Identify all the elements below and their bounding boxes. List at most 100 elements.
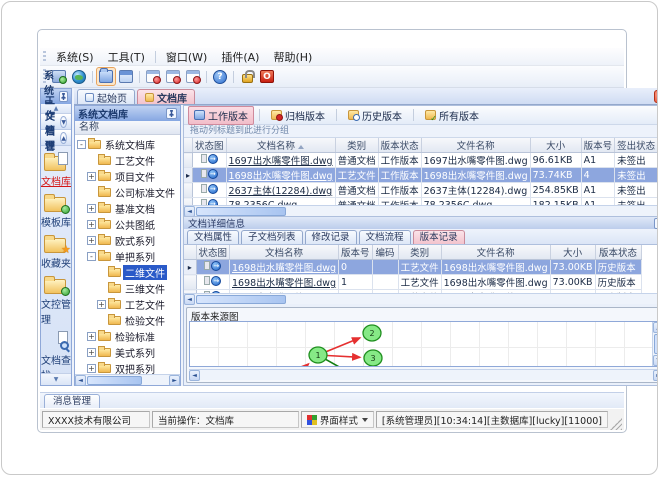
table-row[interactable]: →1698出水嘴零件图.dwg2工艺文件1698出水嘴零件图.dwg73.00K…: [184, 289, 642, 293]
tree-item-工艺文件[interactable]: +工艺文件: [75, 152, 180, 168]
column-header-版本号[interactable]: 版本号: [581, 138, 616, 153]
sidebar-expand-arrow[interactable]: ▼: [41, 373, 71, 385]
grid-hscrollbar[interactable]: ◄ ►: [184, 205, 657, 217]
toolbar-button[interactable]: [70, 68, 88, 85]
expand-icon[interactable]: +: [87, 363, 96, 373]
column-header-版本状态[interactable]: 版本状态: [595, 245, 642, 260]
column-header-版本号[interactable]: 版本号: [338, 245, 373, 260]
toolbar-button[interactable]: ?: [211, 68, 229, 85]
tree-item-公司标准文件[interactable]: +公司标准文件: [75, 184, 180, 200]
expand-icon[interactable]: +: [87, 235, 96, 245]
column-header-状态图[interactable]: 状态图: [196, 245, 231, 260]
pin-icon[interactable]: [654, 217, 657, 229]
tree-item-工艺文件[interactable]: +工艺文件: [75, 296, 180, 312]
tree-item-美式系列[interactable]: + 美式系列: [75, 344, 180, 360]
table-row[interactable]: ▸ → 1698出水嘴零件图.dwg 工艺文件 工作版本 1698出水嘴零件图.dwg 73…: [184, 167, 657, 183]
toolbar-button[interactable]: [117, 68, 135, 85]
menu-item-1[interactable]: 系统(S): [49, 48, 101, 66]
close-icon[interactable]: ✕: [654, 90, 657, 103]
scroll-thumb[interactable]: [196, 207, 286, 216]
expand-icon[interactable]: +: [87, 347, 96, 357]
tree-item-单把系列[interactable]: - 单把系列: [75, 248, 180, 264]
column-header-文件名称[interactable]: 文件名称: [421, 138, 531, 153]
tab-文档流程[interactable]: 文档流程: [358, 230, 411, 244]
expand-icon[interactable]: +: [87, 171, 96, 181]
tab-版本记录[interactable]: 版本记录: [412, 230, 465, 244]
column-header-大小[interactable]: 大小: [550, 245, 596, 260]
table-row[interactable]: → 2637主体(12284).dwg 普通文档 工作版本 2637主体(12284).…: [184, 182, 657, 198]
button-历史版本[interactable]: 历史版本: [342, 106, 408, 125]
tree-item-三维文件[interactable]: +三维文件: [75, 280, 180, 296]
column-header-签出状态[interactable]: 签出状态: [614, 138, 657, 153]
message-manager-tab[interactable]: 消息管理: [44, 394, 101, 408]
expand-icon[interactable]: +: [97, 299, 106, 309]
toolbar-button[interactable]: O: [258, 68, 276, 85]
tab-起始页[interactable]: 起始页: [77, 89, 135, 105]
version-node-2[interactable]: 2: [362, 324, 382, 342]
button-归档版本[interactable]: 归档版本: [265, 106, 331, 125]
sidebar-item-文档库[interactable]: 文档库: [41, 152, 71, 188]
column-header-文档名称[interactable]: 文档名称: [226, 138, 336, 153]
button-所有版本[interactable]: 所有版本: [419, 106, 485, 125]
button-工作版本[interactable]: 工作版本: [188, 106, 254, 125]
toolbar-button[interactable]: [144, 68, 162, 85]
sidebar-panel-文档管理[interactable]: 文档管理▲: [41, 112, 71, 168]
version-node-3[interactable]: 3: [363, 349, 383, 366]
table-row[interactable]: → 1698出水嘴零件图.dwg 1 工艺文件 1698出水嘴零件图.dwg 73.00K…: [184, 274, 642, 290]
scroll-left-icon[interactable]: ◄: [75, 375, 86, 386]
expand-icon[interactable]: +: [87, 219, 96, 229]
tree-item-双把系列[interactable]: + 双把系列: [75, 360, 180, 374]
ui-style-dropdown[interactable]: 界面样式: [300, 411, 374, 428]
scroll-thumb[interactable]: [196, 295, 286, 304]
table-row[interactable]: → 1697出水嘴零件图.dwg 普通文档 工作版本 1697出水嘴零件图.dwg 96.…: [184, 152, 657, 168]
column-header-类别[interactable]: 类别: [398, 245, 442, 260]
scroll-right-icon[interactable]: ►: [169, 375, 180, 386]
sidebar-item-文控管理[interactable]: 文控管理: [41, 275, 71, 326]
table-row[interactable]: ▸ → 1698出水嘴零件图.dwg 0 工艺文件 1698出水嘴零件图.dwg 73.00…: [184, 259, 642, 275]
scroll-thumb[interactable]: [654, 334, 657, 354]
toolbar-button[interactable]: [96, 67, 116, 86]
tree-item-基准文档[interactable]: + 基准文档: [75, 200, 180, 216]
menu-item-2[interactable]: 工具(T): [101, 48, 152, 66]
table-row[interactable]: →78 2356C.dwg普通文档工作版本78 2356C.dwg182.15K…: [184, 197, 657, 205]
tree-item-检验标准[interactable]: + 检验标准: [75, 328, 180, 344]
tab-子文档列表[interactable]: 子文档列表: [241, 230, 303, 244]
tree-item-系统文档库[interactable]: - 系统文档库: [75, 136, 180, 152]
column-header-大小[interactable]: 大小: [530, 138, 582, 153]
menu-item-4[interactable]: 插件(A): [214, 48, 266, 66]
graph-hscrollbar[interactable]: ◄ ►: [189, 369, 657, 381]
column-header-版本状态[interactable]: 版本状态: [378, 138, 422, 153]
scroll-up-icon[interactable]: ▲: [653, 322, 657, 333]
toolbar-button[interactable]: [238, 68, 256, 85]
column-header-编码[interactable]: 编码: [372, 245, 399, 260]
scroll-right-icon[interactable]: ►: [653, 370, 657, 381]
resize-grip[interactable]: [610, 418, 622, 430]
graph-vscrollbar[interactable]: ▲ ▼: [652, 322, 657, 366]
menu-item-3[interactable]: 窗口(W): [159, 48, 214, 66]
tab-文档库[interactable]: 文档库: [137, 89, 195, 105]
version-node-1[interactable]: 1: [308, 346, 328, 364]
column-header-类别[interactable]: 类别: [335, 138, 379, 153]
sidebar-item-收藏夹[interactable]: ★ 收藏夹: [41, 234, 71, 270]
chevron-up-icon[interactable]: ▲: [60, 132, 67, 144]
expand-icon[interactable]: +: [87, 203, 96, 213]
pin-icon[interactable]: [166, 108, 177, 119]
toolbar-button[interactable]: [164, 68, 182, 85]
tree-item-检验文件[interactable]: +检验文件: [75, 312, 180, 328]
column-header-文件名称[interactable]: 文件名称: [441, 245, 551, 260]
scroll-left-icon[interactable]: ◄: [189, 370, 200, 381]
toolbar-button[interactable]: [184, 68, 202, 85]
collapse-icon[interactable]: -: [77, 139, 86, 149]
column-header-文档名称[interactable]: 文档名称: [229, 245, 340, 260]
menu-item-5[interactable]: 帮助(H): [266, 48, 319, 66]
grid-hscrollbar[interactable]: ◄ ►: [184, 293, 657, 305]
scroll-thumb[interactable]: [87, 376, 142, 385]
expand-icon[interactable]: +: [87, 331, 96, 341]
collapse-icon[interactable]: -: [87, 251, 96, 261]
scroll-down-icon[interactable]: ▼: [653, 355, 657, 366]
sidebar-item-模板库[interactable]: 模板库: [41, 193, 71, 229]
tree-hscrollbar[interactable]: ◄ ►: [75, 374, 180, 386]
scroll-left-icon[interactable]: ◄: [184, 294, 195, 305]
tab-文档属性[interactable]: 文档属性: [187, 230, 240, 244]
tree-column-header[interactable]: 名称: [75, 121, 180, 135]
